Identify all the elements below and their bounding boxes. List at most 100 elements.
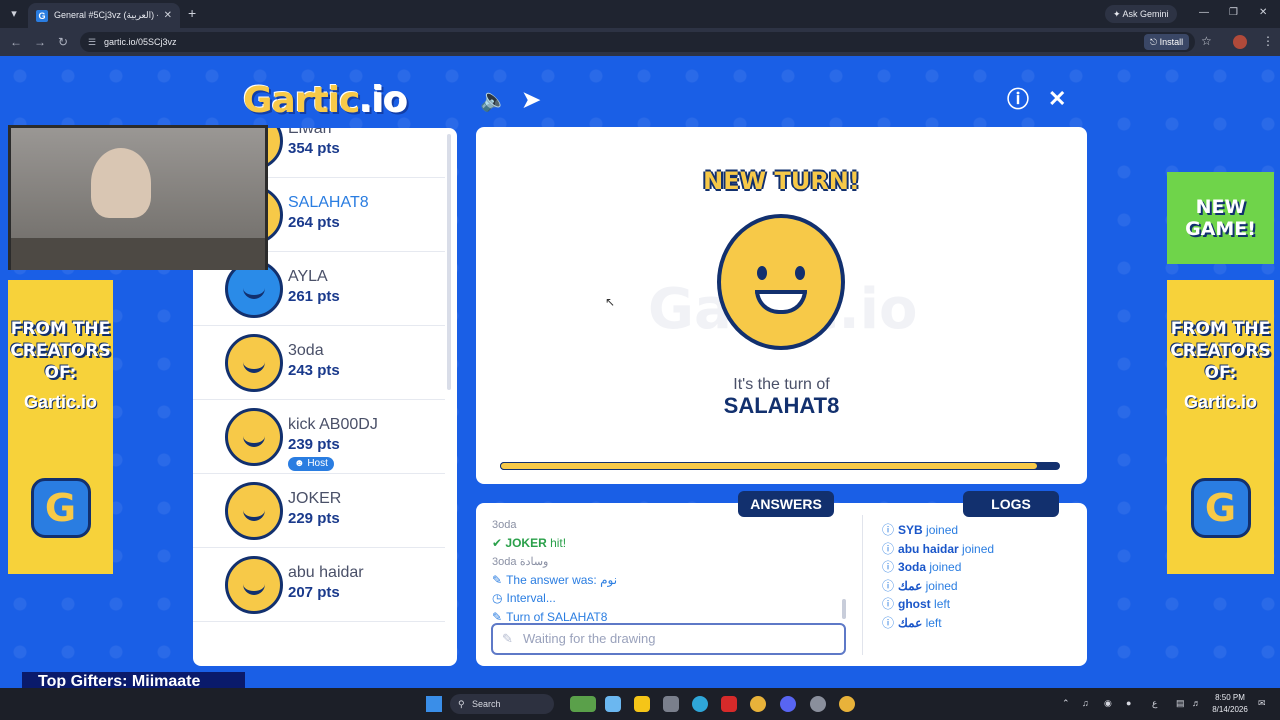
pencil-icon: ✎ xyxy=(492,609,503,624)
url-input[interactable]: ☰ gartic.io/05SCj3vz xyxy=(80,32,1195,52)
widgets-icon[interactable] xyxy=(570,696,596,712)
player-points: 264 pts xyxy=(288,214,340,231)
tray-mic-icon[interactable]: ● xyxy=(1126,698,1131,708)
back-icon[interactable]: ← xyxy=(10,35,22,49)
install-button[interactable]: ⎋ Install xyxy=(1144,34,1190,50)
clock-date: 8/14/2026 xyxy=(1212,705,1248,714)
logs-tab[interactable]: LOGS xyxy=(963,491,1059,517)
info-icon: ⓘ xyxy=(882,578,895,593)
webcam-desk xyxy=(11,238,265,270)
taskbar-search[interactable]: ⚲ Search xyxy=(450,694,554,714)
player-points: 207 pts xyxy=(288,584,340,601)
task-view-icon[interactable] xyxy=(605,696,621,712)
player-avatar xyxy=(225,408,283,466)
new-game-text: NEW GAME! xyxy=(1185,196,1256,240)
host-badge: ☻ Host xyxy=(288,457,334,471)
log-line: ⓘ SYB joined xyxy=(882,523,959,537)
discord-icon[interactable] xyxy=(780,696,796,712)
player-avatar xyxy=(225,334,283,392)
answer-line: ✎ The answer was: نوم xyxy=(492,572,618,587)
tab-list-icon[interactable]: ▾ xyxy=(6,6,22,22)
minimize-icon[interactable]: — xyxy=(1199,7,1209,18)
windows-start-icon[interactable] xyxy=(426,696,442,712)
player-points: 354 pts xyxy=(288,140,340,157)
new-turn-title: NEW TURN! xyxy=(703,167,860,195)
close-tab-icon[interactable]: ✕ xyxy=(164,10,172,21)
github-icon[interactable] xyxy=(810,696,826,712)
profile-avatar[interactable] xyxy=(1233,35,1247,49)
bookmark-star-icon[interactable]: ☆ xyxy=(1201,34,1212,48)
clock-icon: ◷ xyxy=(492,591,503,605)
url-text: gartic.io/05SCj3vz xyxy=(104,37,177,47)
address-bar-row: ← → ↻ ☰ gartic.io/05SCj3vz xyxy=(0,28,1280,56)
pencil-icon: ✎ xyxy=(502,631,513,646)
player-name: SALAHAT8 xyxy=(288,194,369,211)
gartic-logo[interactable]: Gartic.io xyxy=(243,80,408,121)
tray-audio-icon[interactable]: ♫ xyxy=(1082,698,1089,708)
chrome-active-icon[interactable] xyxy=(839,696,855,712)
left-ad-banner[interactable]: FROM THE CREATORS OF: Gartic.io G xyxy=(8,280,113,574)
tray-network-icon[interactable]: ▤ xyxy=(1176,698,1185,709)
log-line: ⓘ abu haidar joined xyxy=(882,541,995,556)
answer-input[interactable]: ✎ Waiting for the drawing xyxy=(491,623,846,655)
search-icon: ⚲ xyxy=(458,699,465,709)
drawing-board[interactable]: Gartic.io NEW TURN! ↖ It's the turn of S… xyxy=(476,127,1087,484)
reload-icon[interactable]: ↻ xyxy=(58,35,68,49)
netflix-icon[interactable] xyxy=(721,696,737,712)
player-name: Elwan xyxy=(288,128,332,137)
new-tab-icon[interactable]: + xyxy=(188,6,196,20)
restore-icon[interactable]: ❐ xyxy=(1229,7,1238,18)
share-icon[interactable]: ➤ xyxy=(522,88,540,112)
answer-line: 3oda وسادة xyxy=(492,556,549,568)
answers-tab[interactable]: ANSWERS xyxy=(738,491,834,517)
ask-gemini-button[interactable]: ✦ Ask Gemini xyxy=(1105,5,1177,23)
right-ad-banner[interactable]: FROM THE CREATORS OF: Gartic.io G xyxy=(1167,280,1274,574)
player-points: 261 pts xyxy=(288,288,340,305)
info-icon: ⓘ xyxy=(882,615,895,630)
answer-line: ✔ JOKER hit! xyxy=(492,535,567,550)
player-row[interactable]: abu haidar 207 pts xyxy=(193,548,445,622)
player-avatar xyxy=(225,482,283,540)
player-name: JOKER xyxy=(288,490,342,507)
player-row[interactable]: kick AB00DJ 239 pts ☻ Host xyxy=(193,400,445,474)
avatar-eye xyxy=(795,266,805,280)
forward-icon[interactable]: → xyxy=(34,35,46,49)
info-icon[interactable]: ⓘ xyxy=(1007,88,1029,112)
answer-line: 3oda xyxy=(492,519,517,531)
tray-chevron-icon[interactable]: ⌃ xyxy=(1062,698,1070,709)
info-icon: ⓘ xyxy=(882,541,895,556)
player-row[interactable]: 3oda 243 pts xyxy=(193,326,445,400)
close-window-icon[interactable]: ✕ xyxy=(1259,7,1267,18)
player-row[interactable]: JOKER 229 pts xyxy=(193,474,445,548)
g-logo-icon: G xyxy=(30,478,91,538)
tray-volume-icon[interactable]: ♬ xyxy=(1192,698,1201,708)
player-list-scrollbar[interactable] xyxy=(447,134,451,390)
site-info-icon[interactable]: ☰ xyxy=(88,32,96,52)
menu-kebab-icon[interactable]: ⋮ xyxy=(1262,34,1274,48)
answer-placeholder: Waiting for the drawing xyxy=(523,631,656,646)
player-points: 229 pts xyxy=(288,510,340,527)
file-explorer-icon[interactable] xyxy=(634,696,650,712)
avatar-eye xyxy=(757,266,767,280)
game-page: Gartic.io 🔈 ➤ ⓘ ✕ Elwan 354 pts SALAHAT8 26… xyxy=(0,56,1280,688)
mouse-cursor-icon: ↖ xyxy=(605,295,616,309)
info-icon: ⓘ xyxy=(882,597,895,612)
edge-icon[interactable] xyxy=(692,696,708,712)
player-name: kick AB00DJ xyxy=(288,416,378,433)
clock-time: 8:50 PM xyxy=(1215,693,1245,702)
log-line: ⓘ 3oda joined xyxy=(882,560,962,575)
browser-tab[interactable]: G General #5Cj3vz (العربية) - Gartic ✕ xyxy=(28,3,180,28)
g-logo-icon: G xyxy=(1190,478,1251,538)
tray-headset-icon[interactable]: ◉ xyxy=(1104,698,1112,709)
taskbar-clock[interactable]: 8:50 PM 8/14/2026 xyxy=(1208,692,1252,716)
answers-scrollbar[interactable] xyxy=(842,599,846,619)
close-game-icon[interactable]: ✕ xyxy=(1048,87,1066,111)
input-language[interactable]: ع xyxy=(1152,698,1157,709)
notification-bell-icon[interactable]: ✉ xyxy=(1258,698,1266,709)
chrome-icon[interactable] xyxy=(750,696,766,712)
windows-taskbar: ⚲ Search ⌃ ♫ ◉ ● ع ▤ ♬ 8:50 PM 8/14/2026… xyxy=(0,688,1280,720)
new-game-banner[interactable]: NEW GAME! xyxy=(1167,172,1274,264)
sound-icon[interactable]: 🔈 xyxy=(480,88,507,112)
panel-divider xyxy=(862,515,863,655)
store-icon[interactable] xyxy=(663,696,679,712)
